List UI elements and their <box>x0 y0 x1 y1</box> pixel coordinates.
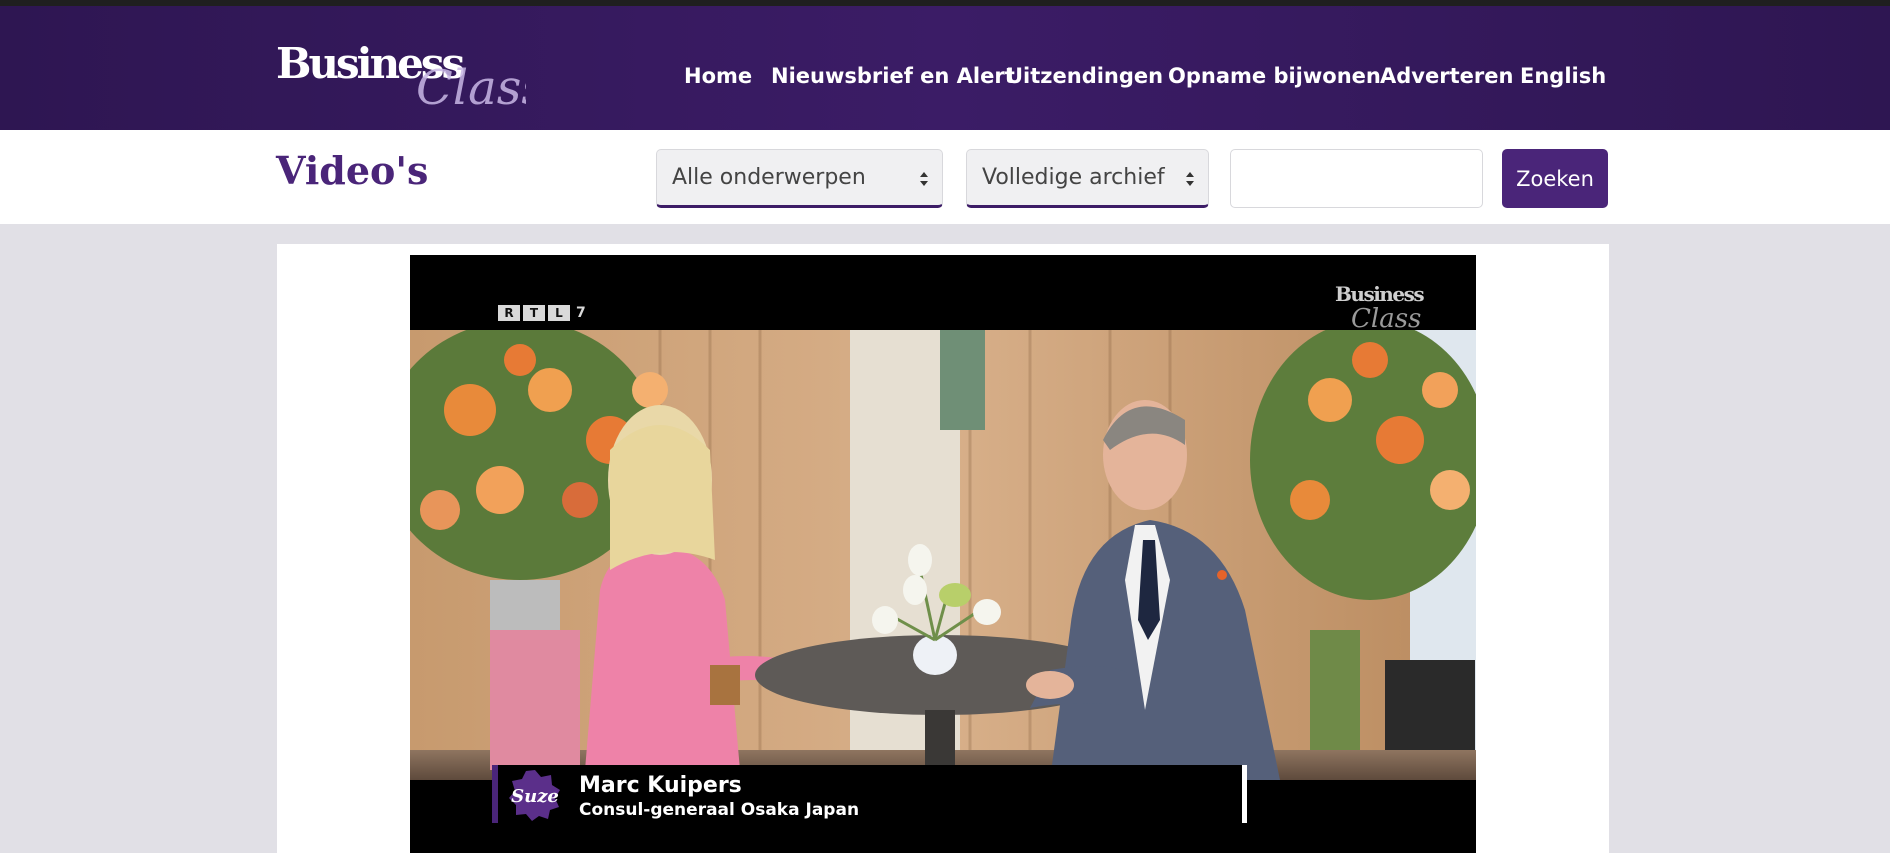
archive-select[interactable]: Volledige archief <box>966 149 1209 208</box>
rtl-channel-number: 7 <box>576 305 586 321</box>
businessclass-watermark: Business Class <box>1335 282 1426 334</box>
rtl7-logo: R T L 7 <box>498 303 586 323</box>
interview-scene <box>410 330 1476 780</box>
select-arrows-icon <box>1186 172 1194 186</box>
video-player[interactable]: R T L 7 Business Class Suze Marc Kuipers… <box>410 255 1476 853</box>
topic-select-value: Alle onderwerpen <box>672 165 866 190</box>
rtl-letter-r: R <box>498 305 520 321</box>
search-input[interactable] <box>1230 149 1483 208</box>
businessclass-logo[interactable]: Business Class <box>276 36 526 116</box>
rtl-letter-l: L <box>548 305 570 321</box>
svg-text:Business: Business <box>1335 282 1424 306</box>
suze-badge-icon: Suze <box>509 770 560 821</box>
speaker-role: Consul-generaal Osaka Japan <box>579 800 860 820</box>
suze-badge-text: Suze <box>511 786 559 807</box>
site-header: Business Class Home Nieuwsbrief en Alert… <box>0 0 1890 130</box>
speaker-name: Marc Kuipers <box>579 773 742 798</box>
lower-third: Suze Marc Kuipers Consul-generaal Osaka … <box>492 765 1247 823</box>
svg-text:Class: Class <box>416 60 526 116</box>
page-title: Video's <box>276 148 429 193</box>
archive-select-value: Volledige archief <box>982 165 1165 190</box>
search-button[interactable]: Zoeken <box>1502 149 1608 208</box>
video-toolbar: Video's Alle onderwerpen Volledige archi… <box>0 130 1890 224</box>
nav-broadcasts[interactable]: Uitzendingen <box>1006 64 1163 88</box>
select-arrows-icon <box>920 172 928 186</box>
topic-select[interactable]: Alle onderwerpen <box>656 149 943 208</box>
lower-third-accent <box>492 765 498 823</box>
nav-advertise[interactable]: Adverteren <box>1380 64 1513 88</box>
nav-english[interactable]: English <box>1520 64 1606 88</box>
nav-newsletter[interactable]: Nieuwsbrief en Alert <box>771 64 1015 88</box>
nav-home[interactable]: Home <box>684 64 752 88</box>
lower-third-end-bar <box>1242 765 1247 823</box>
nav-attend-recording[interactable]: Opname bijwonen <box>1168 64 1381 88</box>
rtl-letter-t: T <box>523 305 545 321</box>
